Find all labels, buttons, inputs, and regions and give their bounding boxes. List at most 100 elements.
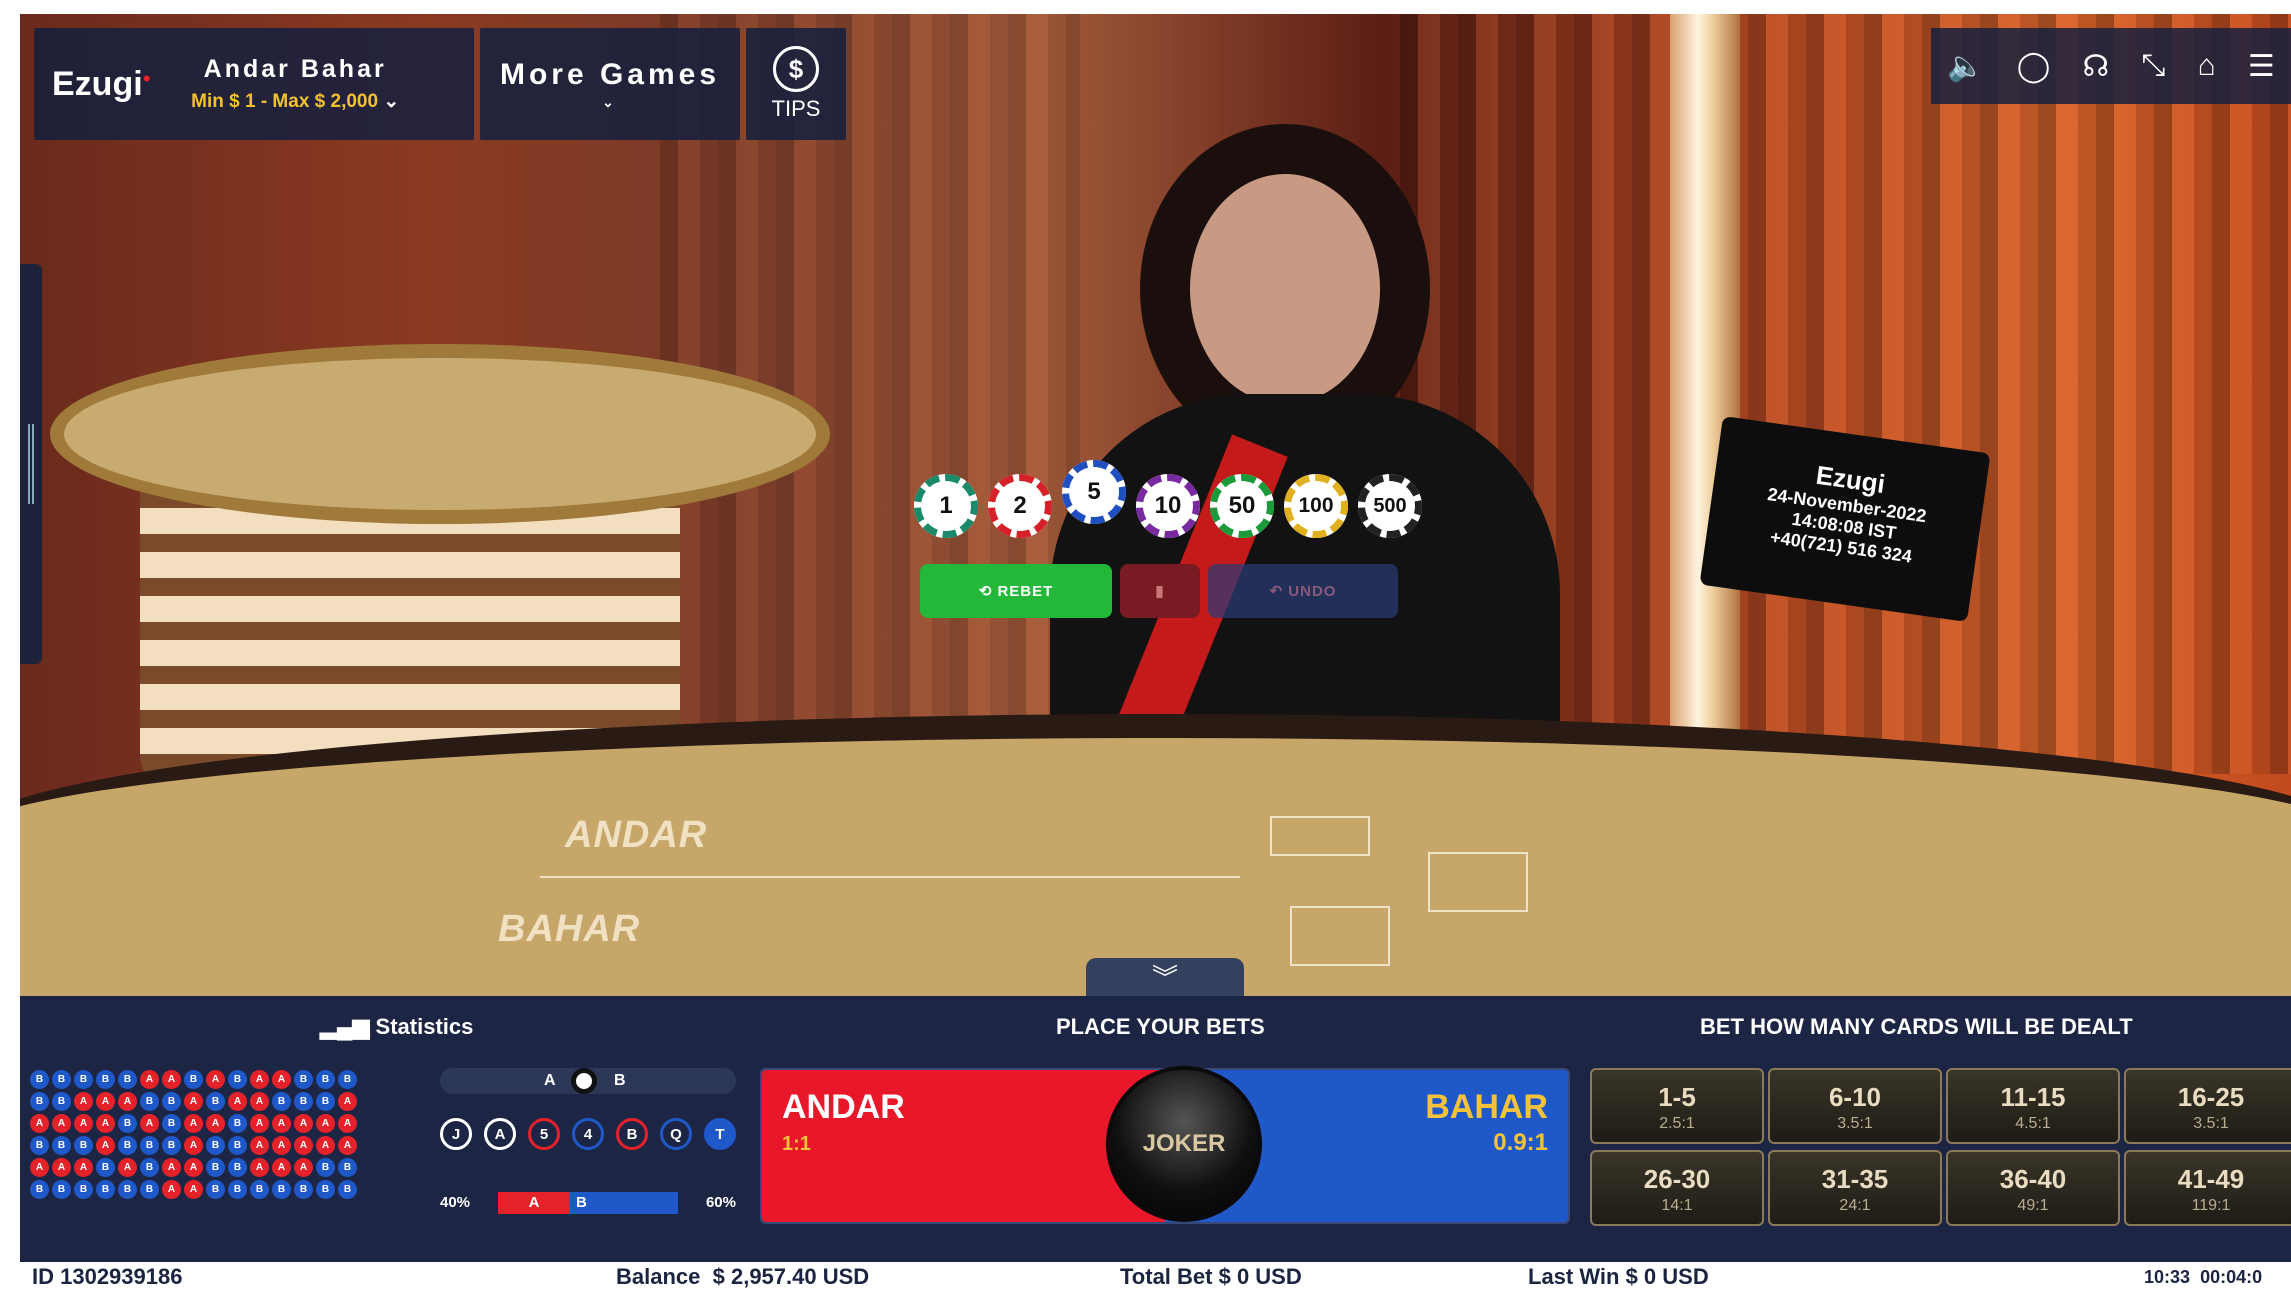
chip-5[interactable]: 5 <box>1062 460 1126 524</box>
bead-road-cell: A <box>30 1158 49 1177</box>
result-circle: A <box>484 1118 516 1150</box>
support-icon[interactable]: ☊ <box>2082 49 2109 84</box>
bead-road-cell: B <box>52 1136 71 1155</box>
chip-500[interactable]: 500 <box>1358 474 1422 538</box>
bead-road-cell: B <box>118 1114 137 1133</box>
bead-road-cell: B <box>250 1180 269 1199</box>
chip-100[interactable]: 100 <box>1284 474 1348 538</box>
game-name: Andar Bahar <box>203 55 387 83</box>
tips-button[interactable]: $ TIPS <box>746 28 846 140</box>
bead-road-cell: A <box>272 1070 291 1089</box>
chip-10[interactable]: 10 <box>1136 474 1200 538</box>
side-panel-handle[interactable] <box>20 264 42 664</box>
bead-road-cell: B <box>30 1070 49 1089</box>
bead-road-cell: B <box>52 1180 71 1199</box>
undo-button[interactable]: ↶ UNDO <box>1208 564 1398 618</box>
game-selector[interactable]: Andar Bahar Min $ 1 - Max $ 2,000 ⌄ <box>191 55 399 113</box>
bead-road-cell: A <box>74 1092 93 1111</box>
card-bet-range: 31-35 <box>1821 1164 1889 1194</box>
bead-road-cell: A <box>228 1092 247 1111</box>
bead-road-cell: B <box>206 1180 225 1199</box>
clear-bets-button[interactable]: ▮ <box>1120 564 1200 618</box>
bead-road-cell: A <box>96 1114 115 1133</box>
card-bet-41-49[interactable]: 41-49 119:1 <box>2124 1150 2291 1226</box>
bead-road-cell: B <box>118 1180 137 1199</box>
game-info[interactable]: Ezugi● Andar Bahar Min $ 1 - Max $ 2,000… <box>34 28 474 140</box>
andar-percentage: 40% <box>440 1194 471 1211</box>
percentage-bar-a: A <box>498 1192 570 1214</box>
bead-road-cell: B <box>162 1136 181 1155</box>
card-bet-odds: 3.5:1 <box>2193 1115 2229 1132</box>
bead-road-cell: B <box>228 1180 247 1199</box>
felt-bahar-label: BAHAR <box>498 908 641 950</box>
bead-road-cell: B <box>316 1158 335 1177</box>
collapse-panel-button[interactable]: ︾ <box>1086 958 1244 998</box>
menu-icon[interactable]: ☰ <box>2248 49 2275 84</box>
bead-road-cell: A <box>250 1136 269 1155</box>
bead-road-cell: A <box>338 1092 357 1111</box>
andar-bet-spot[interactable]: ANDAR 1:1 <box>762 1070 1165 1222</box>
card-bet-odds: 24:1 <box>1839 1197 1871 1214</box>
bead-road-cell: A <box>272 1136 291 1155</box>
result-circle: T <box>704 1118 736 1150</box>
result-circle: B <box>616 1118 648 1150</box>
bead-road-cell: A <box>118 1092 137 1111</box>
bead-road-cell: A <box>316 1114 335 1133</box>
bead-road-cell: B <box>316 1070 335 1089</box>
bead-road-cell: A <box>272 1158 291 1177</box>
card-bet-odds: 119:1 <box>2191 1197 2231 1214</box>
background-table <box>50 344 830 524</box>
bead-road: BBBBBAABABAABBBBBAAABBABAABBBAAAAABABAAB… <box>30 1070 357 1199</box>
bead-road-cell: B <box>30 1136 49 1155</box>
dealer-table <box>20 714 2291 996</box>
card-spot <box>1428 852 1528 912</box>
statistics-button[interactable]: ▂▄▆ Statistics <box>320 1014 473 1040</box>
result-circle: J <box>440 1118 472 1150</box>
more-games-button[interactable]: More Games ⌄ <box>480 28 740 140</box>
bead-road-cell: B <box>74 1180 93 1199</box>
chip-2[interactable]: 2 <box>988 474 1052 538</box>
indicator-a: A <box>544 1072 556 1089</box>
card-bet-16-25[interactable]: 16-25 3.5:1 <box>2124 1068 2291 1144</box>
dollar-coin-icon: $ <box>773 46 819 92</box>
game-window: Ezugi 24-November-2022 14:08:08 IST +40(… <box>20 14 2291 1291</box>
lamp-column <box>1670 14 1740 734</box>
bead-road-cell: B <box>140 1136 159 1155</box>
card-bet-36-40[interactable]: 36-40 49:1 <box>1946 1150 2120 1226</box>
bead-road-cell: B <box>294 1180 313 1199</box>
chip-1[interactable]: 1 <box>914 474 978 538</box>
bead-road-cell: A <box>184 1180 203 1199</box>
result-circle: 5 <box>528 1118 560 1150</box>
betting-panel: ▂▄▆ Statistics PLACE YOUR BETS BET HOW M… <box>20 996 2291 1291</box>
card-bet-26-30[interactable]: 26-30 14:1 <box>1590 1150 1764 1226</box>
result-circle: Q <box>660 1118 692 1150</box>
fullscreen-icon[interactable]: ⤡ <box>2141 49 2165 83</box>
bead-road-cell: A <box>162 1180 181 1199</box>
indicator-dot <box>571 1068 597 1094</box>
dealer-head <box>1190 174 1380 404</box>
sound-icon[interactable]: 🔈 <box>1947 49 1984 84</box>
rebet-button[interactable]: ⟲ REBET <box>920 564 1112 618</box>
card-bet-odds: 14:1 <box>1661 1197 1693 1214</box>
bead-road-cell: B <box>30 1180 49 1199</box>
bead-road-cell: A <box>338 1136 357 1155</box>
bead-road-cell: B <box>140 1092 159 1111</box>
bead-road-cell: A <box>250 1092 269 1111</box>
joker-card-slot: JOKER <box>1106 1066 1262 1222</box>
bead-road-cell: B <box>118 1136 137 1155</box>
card-bet-6-10[interactable]: 6-10 3.5:1 <box>1768 1068 1942 1144</box>
home-icon[interactable]: ⌂ <box>2198 49 2216 83</box>
bead-road-cell: A <box>294 1114 313 1133</box>
felt-andar-label: ANDAR <box>565 814 708 856</box>
total-bet: Total Bet $ 0 USD <box>1120 1264 1302 1289</box>
chat-icon[interactable]: ◯ <box>2017 49 2051 84</box>
card-bet-31-35[interactable]: 31-35 24:1 <box>1768 1150 1942 1226</box>
bead-road-cell: B <box>316 1180 335 1199</box>
card-bet-11-15[interactable]: 11-15 4.5:1 <box>1946 1068 2120 1144</box>
chip-50[interactable]: 50 <box>1210 474 1274 538</box>
bead-road-cell: A <box>162 1070 181 1089</box>
bead-road-cell: A <box>96 1092 115 1111</box>
bead-road-cell: B <box>294 1092 313 1111</box>
card-bet-1-5[interactable]: 1-5 2.5:1 <box>1590 1068 1764 1144</box>
status-bar: ID 1302939186 Balance $ 2,957.40 USD Tot… <box>20 1262 2291 1291</box>
